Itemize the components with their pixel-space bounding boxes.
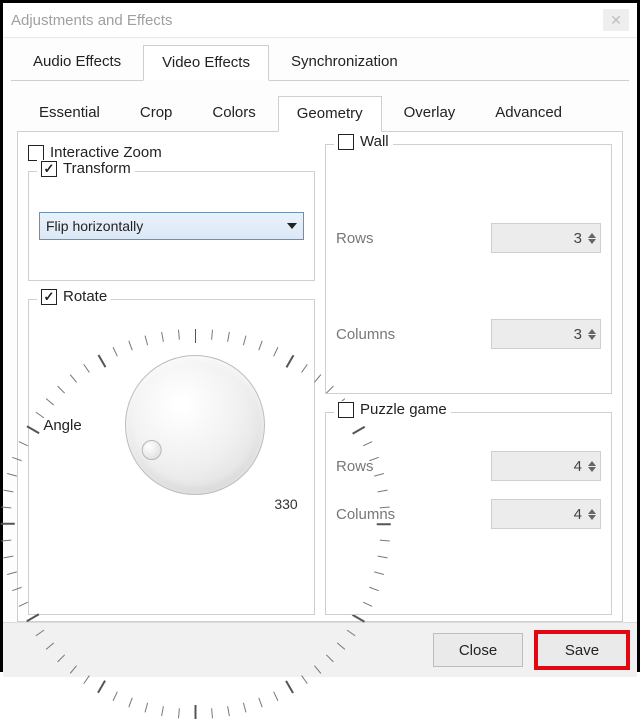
angle-label: Angle: [43, 417, 81, 434]
puzzle-rows-field: Rows 4: [336, 451, 601, 481]
tab-advanced[interactable]: Advanced: [477, 96, 580, 132]
transform-value: Flip horizontally: [46, 218, 143, 234]
titlebar: Adjustments and Effects ✕: [3, 3, 637, 38]
tab-video-effects[interactable]: Video Effects: [143, 45, 269, 81]
puzzle-cols-label: Columns: [336, 506, 395, 523]
stepper-up-icon[interactable]: [588, 233, 596, 238]
wall-label: Wall: [360, 133, 389, 150]
wall-rows-field: Rows 3: [336, 223, 601, 253]
tab-crop[interactable]: Crop: [122, 96, 191, 132]
puzzle-legend[interactable]: Puzzle game: [334, 401, 451, 418]
puzzle-cols-spinner[interactable]: 4: [491, 499, 601, 529]
stepper-up-icon[interactable]: [588, 329, 596, 334]
chevron-down-icon: [287, 223, 297, 229]
stepper-down-icon[interactable]: [588, 467, 596, 472]
window-title: Adjustments and Effects: [11, 12, 172, 29]
transform-checkbox[interactable]: [41, 161, 57, 177]
rotate-label: Rotate: [63, 288, 107, 305]
tab-audio-effects[interactable]: Audio Effects: [15, 45, 139, 81]
wall-cols-spinner[interactable]: 3: [491, 319, 601, 349]
puzzle-label: Puzzle game: [360, 401, 447, 418]
footer: Close Save: [3, 622, 637, 677]
transform-combo[interactable]: Flip horizontally: [39, 212, 304, 240]
tab-geometry[interactable]: Geometry: [278, 96, 382, 132]
puzzle-group: Puzzle game Rows 4 Columns 4: [325, 412, 612, 615]
wall-cols-label: Columns: [336, 326, 395, 343]
right-column: Wall Rows 3 Columns 3: [325, 144, 612, 615]
dial-tick-330: 330: [274, 496, 297, 512]
adjustments-effects-window: Adjustments and Effects ✕ Audio Effects …: [0, 0, 640, 672]
rotate-group: Rotate Angle 330: [28, 299, 315, 615]
puzzle-rows-label: Rows: [336, 458, 374, 475]
puzzle-cols-value: 4: [574, 506, 582, 523]
tab-colors[interactable]: Colors: [194, 96, 273, 132]
sub-tabs: Essential Crop Colors Geometry Overlay A…: [17, 95, 623, 132]
save-button[interactable]: Save: [537, 633, 627, 667]
close-icon[interactable]: ✕: [603, 9, 629, 31]
wall-cols-field: Columns 3: [336, 319, 601, 349]
dial-indicator: [141, 440, 161, 460]
tab-essential[interactable]: Essential: [21, 96, 118, 132]
wall-cols-value: 3: [574, 326, 582, 343]
stepper-up-icon[interactable]: [588, 509, 596, 514]
wall-rows-value: 3: [574, 230, 582, 247]
wall-checkbox[interactable]: [338, 134, 354, 150]
stepper-down-icon[interactable]: [588, 515, 596, 520]
wall-rows-label: Rows: [336, 230, 374, 247]
wall-group: Wall Rows 3 Columns 3: [325, 144, 612, 394]
transform-label: Transform: [63, 160, 131, 177]
tab-synchronization[interactable]: Synchronization: [273, 45, 416, 81]
puzzle-checkbox[interactable]: [338, 402, 354, 418]
tab-overlay[interactable]: Overlay: [386, 96, 474, 132]
wall-rows-spinner[interactable]: 3: [491, 223, 601, 253]
left-column: Interactive Zoom Transform Flip horizont…: [28, 144, 315, 615]
content-area: Audio Effects Video Effects Synchronizat…: [3, 38, 637, 622]
angle-dial[interactable]: 330: [90, 320, 300, 530]
puzzle-rows-spinner[interactable]: 4: [491, 451, 601, 481]
transform-legend[interactable]: Transform: [37, 160, 135, 177]
geometry-panel: Interactive Zoom Transform Flip horizont…: [17, 132, 623, 622]
interactive-zoom-row[interactable]: Interactive Zoom: [28, 144, 315, 161]
stepper-down-icon[interactable]: [588, 335, 596, 340]
wall-legend[interactable]: Wall: [334, 133, 393, 150]
rotate-legend[interactable]: Rotate: [37, 288, 111, 305]
dial-knob[interactable]: [125, 355, 265, 495]
interactive-zoom-checkbox[interactable]: [28, 145, 44, 161]
stepper-up-icon[interactable]: [588, 461, 596, 466]
rotate-checkbox[interactable]: [41, 289, 57, 305]
close-button[interactable]: Close: [433, 633, 523, 667]
puzzle-rows-value: 4: [574, 458, 582, 475]
main-tabs: Audio Effects Video Effects Synchronizat…: [11, 44, 629, 81]
puzzle-cols-field: Columns 4: [336, 499, 601, 529]
rotate-dial-wrap: Angle 330: [39, 320, 304, 530]
transform-group: Transform Flip horizontally: [28, 171, 315, 281]
interactive-zoom-label: Interactive Zoom: [50, 144, 162, 161]
stepper-down-icon[interactable]: [588, 239, 596, 244]
